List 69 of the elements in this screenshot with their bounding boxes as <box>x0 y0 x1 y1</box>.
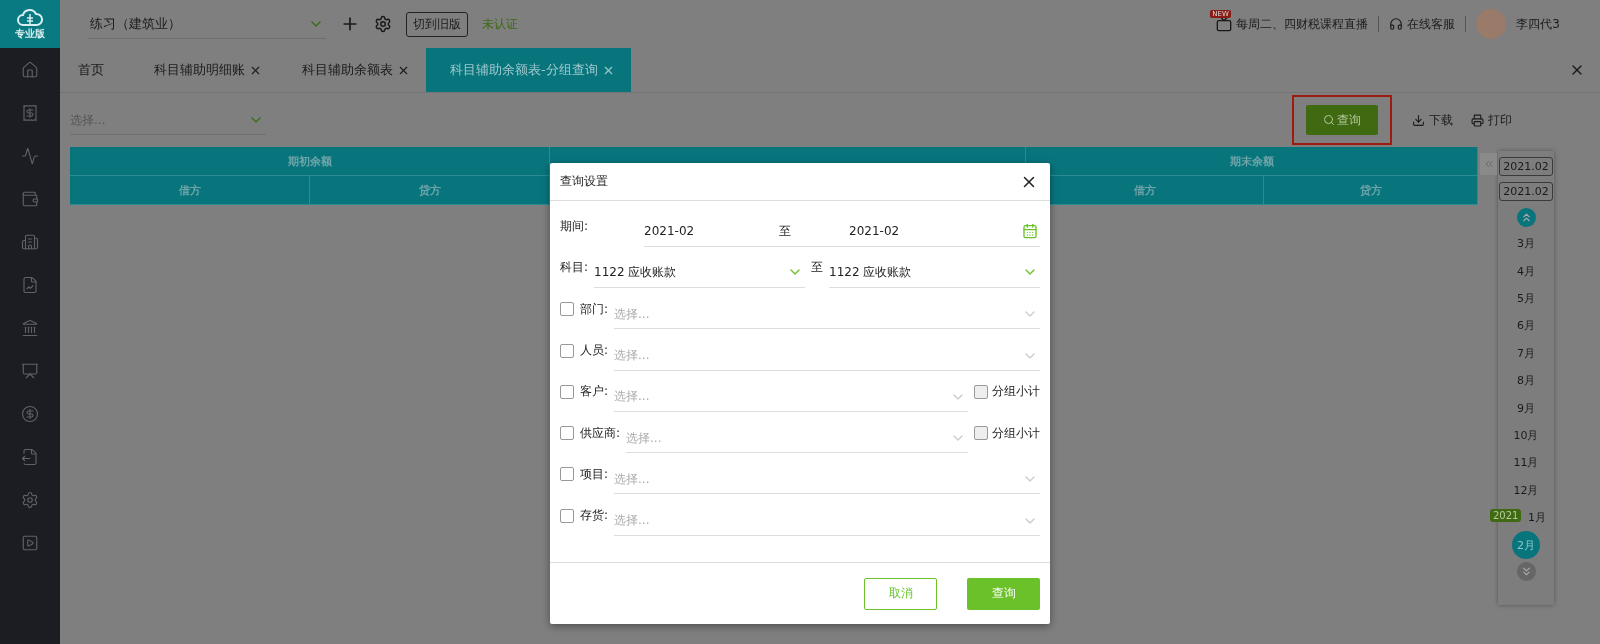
headset-icon <box>1389 17 1404 31</box>
field-label: 期间: <box>560 218 589 236</box>
month-item[interactable]: 11月 <box>1511 449 1541 477</box>
checkbox[interactable] <box>560 467 574 482</box>
checkbox-label: 分组小计 <box>992 383 1040 401</box>
period-field[interactable]: 2021-02 至 2021-02 <box>644 216 1040 247</box>
scroll-down-icon[interactable] <box>1516 562 1536 582</box>
checkbox[interactable] <box>560 343 574 358</box>
field-label: 供应商: <box>580 424 621 442</box>
checkbox[interactable] <box>560 302 574 317</box>
certification-status: 未认证 <box>482 15 518 33</box>
settings-icon[interactable] <box>374 15 392 33</box>
search-icon <box>1323 114 1335 126</box>
field-label: 人员: <box>580 342 609 360</box>
dialog-title: 查询设置 <box>560 173 608 190</box>
checkbox-label: 分组小计 <box>992 424 1040 442</box>
month-item[interactable]: 8月 <box>1511 366 1541 395</box>
calendar-icon <box>1022 223 1038 240</box>
checkbox[interactable] <box>560 384 574 399</box>
live-course-link[interactable]: 每周二、四财税课程直播 <box>1216 15 1369 33</box>
month-item[interactable]: 6月 <box>1511 312 1541 340</box>
scroll-up-icon[interactable] <box>1516 208 1536 227</box>
online-service-link[interactable]: 在线客服 <box>1389 15 1456 33</box>
cancel-button[interactable]: 取消 <box>864 577 937 610</box>
column-header: 借方 <box>70 176 310 205</box>
field-label: 科目: <box>560 259 589 277</box>
field-label: 存货: <box>580 507 609 525</box>
query-button[interactable]: 查询 <box>1306 105 1378 135</box>
tv-icon <box>1216 16 1233 32</box>
period-end[interactable]: 2021.02 <box>1499 182 1553 201</box>
tab[interactable]: 科目辅助余额表-分组查询 <box>426 48 631 92</box>
tab[interactable]: 科目辅助明细账 <box>130 48 278 92</box>
month-item[interactable]: 10月 <box>1511 421 1541 450</box>
download-icon <box>1412 113 1425 127</box>
column-header: 贷方 <box>1264 176 1478 205</box>
month-item[interactable]: 5月 <box>1511 284 1541 313</box>
month-item[interactable]: 2月 <box>1512 531 1540 560</box>
account-select[interactable]: 练习（建筑业） <box>88 9 326 39</box>
checkbox[interactable] <box>560 426 574 441</box>
column-group-header: 期初余额 <box>70 147 550 176</box>
month-item[interactable]: 7月 <box>1511 339 1541 367</box>
range-separator: 至 <box>811 259 824 277</box>
column-header: 贷方 <box>310 176 550 205</box>
print-button[interactable]: 打印 <box>1471 111 1512 129</box>
checkbox[interactable] <box>560 508 574 523</box>
checkbox[interactable] <box>974 384 988 399</box>
query-button[interactable]: 查询 <box>967 577 1040 610</box>
subject-from-select[interactable]: 1122 应收账款 <box>594 257 806 288</box>
subject-to-select[interactable]: 1122 应收账款 <box>829 257 1040 288</box>
month-item[interactable]: 3月 <box>1511 230 1541 258</box>
cloud-logo-icon <box>17 7 43 27</box>
user-name: 李四代3 <box>1516 15 1560 33</box>
tab[interactable]: 首页 <box>60 48 130 92</box>
year-badge: 2021 <box>1490 508 1522 522</box>
month-item[interactable]: 12月 <box>1511 476 1541 504</box>
checkbox[interactable] <box>974 426 988 441</box>
column-group-header: 期末余额 <box>1026 147 1478 176</box>
tab[interactable]: 科目辅助余额表 <box>278 48 426 92</box>
logo: 专业版 <box>0 0 60 48</box>
field-label: 项目: <box>580 465 609 483</box>
printer-icon <box>1471 113 1484 127</box>
field-label: 部门: <box>580 300 609 318</box>
month-item[interactable]: 4月 <box>1511 257 1541 285</box>
field-label: 客户: <box>580 383 609 401</box>
period-start[interactable]: 2021.02 <box>1499 157 1553 176</box>
month-item[interactable]: 9月 <box>1511 394 1541 422</box>
month-item[interactable]: 1月 <box>1522 503 1552 532</box>
download-button[interactable]: 下载 <box>1412 111 1453 129</box>
switch-version-button[interactable]: 切到旧版 <box>406 11 468 37</box>
